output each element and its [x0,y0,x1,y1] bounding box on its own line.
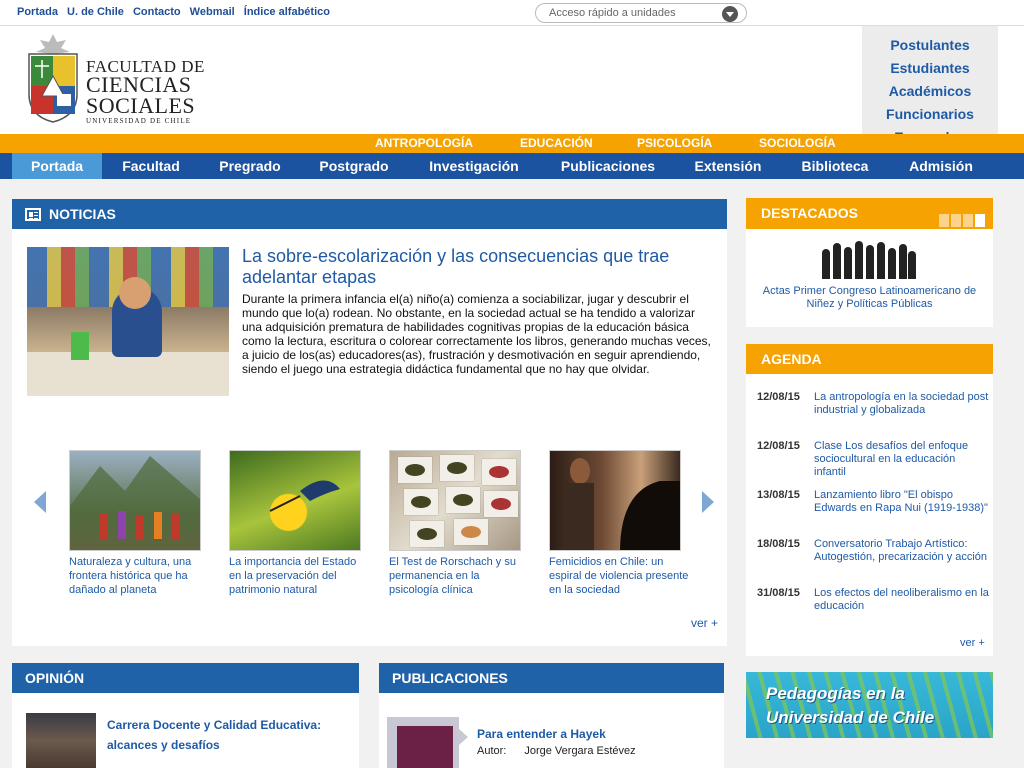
agenda-date: 13/08/15 [757,489,800,501]
news-thumb-2[interactable] [229,450,361,551]
author-label: Autor: [477,745,507,757]
carousel-next-icon[interactable] [702,491,714,513]
agenda-date: 12/08/15 [757,391,800,403]
dept-educacion[interactable]: EDUCACIÓN [520,136,593,150]
publications-header: PUBLICACIONES [379,663,724,693]
agenda-title[interactable]: Conversatorio Trabajo Artístico: Autoges… [814,538,989,564]
publication-title[interactable]: Para entender a Hayek [477,727,606,741]
dept-antropologia[interactable]: ANTROPOLOGÍA [375,136,473,150]
dept-psicologia[interactable]: PSICOLOGÍA [637,136,712,150]
news-header: NOTICIAS [12,199,727,229]
news-caption-2[interactable]: La importancia del Estado en la preserva… [229,555,369,597]
author-name: Jorge Vergara Estévez [524,745,636,757]
agenda-date: 31/08/15 [757,587,800,599]
header: FACULTAD DE CIENCIAS SOCIALES UNIVERSIDA… [0,26,1024,154]
nav-admision[interactable]: Admisión [898,153,984,179]
pedagogias-banner[interactable]: Pedagogías en la Universidad de Chile [746,672,993,738]
publications-panel: PUBLICACIONES Para entender a Hayek Auto… [379,663,724,768]
faculty-logo[interactable]: FACULTAD DE CIENCIAS SOCIALES UNIVERSIDA… [26,32,226,128]
opinion-heading: OPINIÓN [25,670,85,686]
main-news-summary: Durante la primera infancia el(a) niño(a… [242,292,711,376]
news-caption-1[interactable]: Naturaleza y cultura, una frontera histó… [69,555,209,597]
carousel-prev-icon[interactable] [34,491,46,513]
nav-postgrado[interactable]: Postgrado [307,153,401,179]
newspaper-icon [25,208,41,221]
news-thumb-3[interactable] [389,450,521,551]
pager-dot-active[interactable] [975,214,985,227]
featured-heading: DESTACADOS [761,205,858,221]
logo-line-3: SOCIALES [86,93,196,118]
featured-header: DESTACADOS [746,198,993,229]
department-bar: ANTROPOLOGÍA EDUCACIÓN PSICOLOGÍA SOCIOL… [0,134,1024,153]
agenda-title[interactable]: Clase Los desafíos del enfoque sociocult… [814,440,989,479]
opinion-panel: OPINIÓN Carrera Docente y Calidad Educat… [12,663,359,768]
news-panel: NOTICIAS La sobre-escolarización y las c… [12,199,727,646]
banner-line-2: Universidad de Chile [766,708,935,727]
nav-facultad[interactable]: Facultad [110,153,192,179]
featured-panel: DESTACADOS Actas Primer Congreso Latinoa… [746,198,993,327]
banner-text: Pedagogías en la Universidad de Chile [766,682,934,730]
top-link-uchile[interactable]: U. de Chile [67,6,124,18]
agenda-date: 18/08/15 [757,538,800,550]
news-thumb-1[interactable] [69,450,201,551]
crest-icon [28,34,78,123]
top-link-contacto[interactable]: Contacto [133,6,181,18]
profile-estudiantes[interactable]: Estudiantes [862,57,998,80]
featured-pager [937,207,985,238]
agenda-heading: AGENDA [761,351,822,367]
profile-funcionarios[interactable]: Funcionarios [862,103,998,126]
agenda-panel: AGENDA 12/08/15 La antropología en la so… [746,344,993,656]
top-link-indice[interactable]: Índice alfabético [244,6,330,18]
publications-heading: PUBLICACIONES [392,670,508,686]
agenda-title[interactable]: Los efectos del neoliberalismo en la edu… [814,587,989,613]
publication-author: Autor: Jorge Vergara Estévez [477,745,654,757]
main-news-image[interactable] [27,247,229,396]
profile-postulantes[interactable]: Postulantes [862,34,998,57]
news-heading: NOTICIAS [49,206,116,222]
nav-investigacion[interactable]: Investigación [418,153,530,179]
pager-dot[interactable] [963,214,973,227]
main-nav: Portada Facultad Pregrado Postgrado Inve… [0,153,1024,179]
logo-text: FACULTAD DE CIENCIAS SOCIALES UNIVERSIDA… [86,58,205,126]
news-thumb-4[interactable] [549,450,681,551]
opinion-header: OPINIÓN [12,663,359,693]
agenda-title[interactable]: Lanzamiento libro "El obispo Edwards en … [814,489,989,515]
nav-extension[interactable]: Extensión [686,153,770,179]
nav-pregrado[interactable]: Pregrado [207,153,293,179]
nav-publicaciones[interactable]: Publicaciones [549,153,667,179]
featured-image[interactable] [818,239,918,279]
news-caption-3[interactable]: El Test de Rorschach y su permanencia en… [389,555,529,597]
opinion-image[interactable] [26,713,96,768]
agenda-header: AGENDA [746,344,993,374]
top-bar: Portada U. de Chile Contacto Webmail Índ… [0,0,1024,26]
dept-sociologia[interactable]: SOCIOLOGÍA [759,136,836,150]
news-more-link[interactable]: ver + [691,616,718,630]
nav-portada[interactable]: Portada [12,153,102,179]
agenda-more-link[interactable]: ver + [960,637,985,649]
banner-line-1: Pedagogías en la [766,684,905,703]
top-links: Portada U. de Chile Contacto Webmail Índ… [17,6,336,18]
agenda-title[interactable]: La antropología en la sociedad post indu… [814,391,989,417]
main-news-title[interactable]: La sobre-escolarización y las consecuenc… [242,246,702,288]
pager-dot[interactable] [939,214,949,227]
book-cover-image[interactable] [387,717,468,768]
nav-biblioteca[interactable]: Biblioteca [790,153,880,179]
opinion-title[interactable]: Carrera Docente y Calidad Educativa: alc… [107,715,347,755]
featured-caption[interactable]: Actas Primer Congreso Latinoamericano de… [756,285,983,311]
top-link-portada[interactable]: Portada [17,6,58,18]
news-caption-4[interactable]: Femicidios en Chile: un espiral de viole… [549,555,689,597]
logo-line-2: CIENCIAS [86,72,192,97]
pager-dot[interactable] [951,214,961,227]
logo-line-4: UNIVERSIDAD DE CHILE [86,117,192,125]
profile-academicos[interactable]: Académicos [862,80,998,103]
quick-access-label: Acceso rápido a unidades [549,7,676,19]
top-link-webmail[interactable]: Webmail [190,6,235,18]
dropdown-arrow-icon[interactable] [722,6,738,22]
agenda-date: 12/08/15 [757,440,800,452]
quick-access-select[interactable]: Acceso rápido a unidades [535,3,747,23]
